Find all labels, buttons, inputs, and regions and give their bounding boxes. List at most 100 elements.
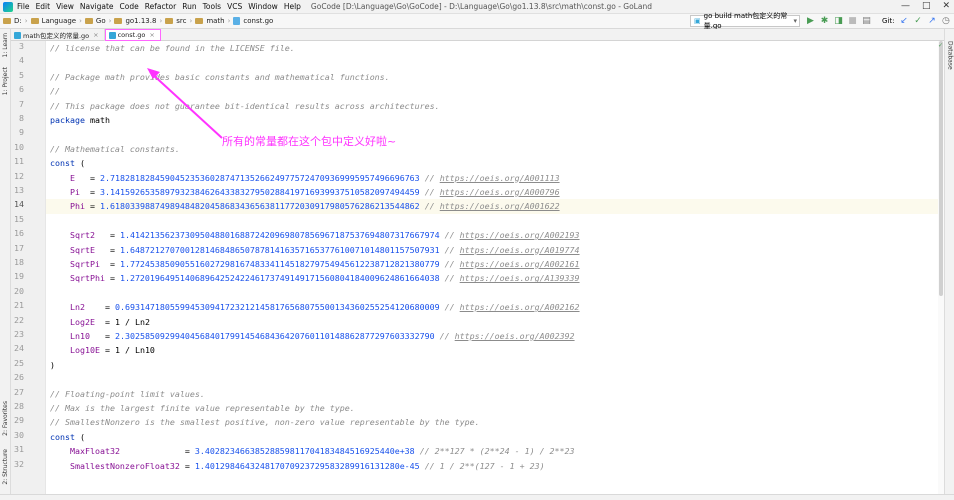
history-icon[interactable]: ◷	[941, 15, 950, 27]
line-number: 19	[14, 271, 24, 282]
line-number: 8	[19, 113, 24, 123]
crumb-label: go1.13.8	[125, 17, 157, 25]
line-number: 16	[14, 228, 24, 239]
menu-help[interactable]: Help	[284, 2, 301, 11]
line-number: 27	[14, 386, 24, 397]
code-line-28: // Max is the largest finite value repre…	[50, 403, 355, 413]
code-line-31: MaxFloat32 = 3.4028234663852885981170418…	[69, 446, 575, 457]
menu-edit[interactable]: Edit	[36, 2, 51, 11]
menu-file[interactable]: File	[17, 2, 30, 11]
line-number: 9	[19, 127, 24, 138]
folder-icon	[84, 18, 93, 24]
navigation-bar: D: › Language › Go › go1.13.8 › src › math › c…	[0, 12, 954, 30]
minimize-button[interactable]: —	[901, 1, 910, 11]
learn-tool-tab[interactable]: 1: Learn	[0, 33, 11, 58]
line-number: 4	[19, 55, 24, 66]
code-line-5: // Package math provides basic constants…	[50, 71, 390, 82]
breadcrumb-drive[interactable]: D: ›	[3, 17, 28, 25]
line-number: 5	[19, 69, 24, 80]
go-file-icon	[108, 31, 116, 39]
run-icon[interactable]: ▶	[806, 15, 815, 27]
git-push-icon[interactable]: ↗	[927, 15, 936, 27]
debug-icon[interactable]: ✱	[820, 15, 829, 27]
code-line-22: Log2E = 1 / Ln2	[69, 316, 150, 327]
crumb-label: math	[206, 17, 225, 25]
code-line-10: // Mathematical constants.	[50, 143, 180, 154]
menu-bar: File Edit View Navigate Code Refactor Ru…	[0, 0, 954, 14]
menu-tools[interactable]: Tools	[203, 2, 221, 11]
close-icon[interactable]: ×	[93, 31, 98, 39]
build-icon[interactable]: ▤	[862, 15, 871, 27]
menu-refactor[interactable]: Refactor	[145, 2, 176, 11]
inspection-ok-icon[interactable]: ✓	[938, 42, 944, 49]
code-line-27: // Floating-point limit values.	[50, 388, 205, 399]
tab-label: math包定义的常量.go	[23, 32, 90, 40]
menu-code[interactable]: Code	[120, 2, 139, 11]
git-commit-icon[interactable]: ✓	[913, 15, 922, 27]
coverage-icon[interactable]: ◨	[834, 15, 843, 27]
menu-view[interactable]: View	[56, 2, 74, 11]
breadcrumb-go-version[interactable]: go1.13.8 ›	[114, 17, 162, 25]
annotation-text: 所有的常量都在这个包中定义好啦~	[222, 135, 397, 148]
line-number: 10	[14, 141, 24, 152]
line-number: 6	[19, 84, 24, 95]
line-number: 22	[14, 314, 24, 325]
line-number: 23	[14, 329, 24, 339]
tab-const-go[interactable]: const.go ×	[104, 29, 161, 41]
breadcrumb-math[interactable]: math ›	[195, 17, 230, 25]
tab-math-constants-file[interactable]: math包定义的常量.go ×	[11, 29, 105, 41]
line-number: 26	[14, 372, 24, 383]
window-title: GoCode [D:\Language\Go\GoCode] - D:\Lang…	[310, 2, 652, 11]
crumb-label: Go	[95, 17, 106, 25]
code-editor[interactable]: // license that can be found in the LICE…	[46, 41, 940, 500]
go-file-icon	[14, 31, 21, 39]
go-run-config-icon: ▣	[694, 17, 701, 25]
line-number: 18	[14, 257, 24, 267]
favorites-tool-tab[interactable]: 2: Favorites	[0, 401, 11, 436]
window-controls: — □ ✕	[901, 1, 950, 11]
maximize-button[interactable]: □	[922, 1, 931, 11]
crumb-label: src	[176, 17, 187, 25]
editor-scrollbar[interactable]	[938, 41, 944, 500]
line-number: 25	[14, 357, 24, 368]
code-line-29: // SmallestNonzero is the smallest posit…	[50, 417, 480, 428]
tab-label: const.go	[117, 31, 146, 39]
line-number: 20	[14, 285, 24, 296]
git-update-icon[interactable]: ↙	[899, 15, 908, 27]
menu-navigate[interactable]: Navigate	[80, 2, 114, 11]
line-number: 31	[14, 444, 24, 455]
code-line-19: SqrtPhi = 1.2720196495140689642524224617…	[69, 273, 580, 284]
menu-run[interactable]: Run	[182, 2, 196, 11]
close-icon[interactable]: ×	[149, 31, 154, 39]
folder-icon	[114, 18, 123, 24]
stop-icon[interactable]: ■	[848, 15, 857, 27]
run-configuration-label: go build math包定义的常量.go	[703, 12, 788, 30]
scrollbar-thumb[interactable]	[939, 41, 943, 296]
project-tool-tab[interactable]: 1: Project	[0, 67, 11, 95]
breadcrumb-language[interactable]: Language ›	[30, 17, 82, 25]
code-line-3: // license that can be found in the LICE…	[50, 43, 295, 53]
folder-icon	[165, 18, 174, 24]
line-number: 15	[14, 213, 24, 224]
folder-icon	[3, 18, 11, 24]
menu-window[interactable]: Window	[248, 2, 278, 11]
code-line-23: Ln10 = 2.3025850929940456840179914546843…	[69, 331, 575, 341]
breadcrumb-file[interactable]: const.go	[233, 17, 273, 25]
run-configuration-select[interactable]: ▣ go build math包定义的常量.go ▾	[690, 12, 800, 30]
menu-vcs[interactable]: VCS	[227, 2, 242, 11]
structure-tool-tab[interactable]: 2: Structure	[0, 449, 11, 485]
code-line-24: Log10E = 1 / Ln10	[69, 345, 155, 356]
database-tool-tab[interactable]: Database	[945, 41, 954, 70]
line-number: 14	[14, 199, 24, 210]
code-line-14: Phi = 1.61803398874989484820458683436563…	[69, 201, 560, 212]
line-number-gutter: 3 4 5 6 7 8 9 10 11 12 13 14 15 16 17 18 19 20 21 22 23 24 25 2…	[11, 41, 46, 500]
crumb-label: const.go	[243, 17, 274, 25]
folder-icon	[30, 18, 39, 24]
code-line-17: SqrtE = 1.648721270700128146848650787814…	[69, 244, 580, 255]
code-line-25: )	[50, 359, 55, 370]
folder-icon	[195, 18, 204, 24]
code-line-18: SqrtPi = 1.77245385090551602729816748334…	[69, 259, 580, 269]
breadcrumb-go[interactable]: Go ›	[84, 17, 111, 25]
breadcrumb-src[interactable]: src ›	[165, 17, 192, 25]
close-window-button[interactable]: ✕	[942, 1, 950, 11]
